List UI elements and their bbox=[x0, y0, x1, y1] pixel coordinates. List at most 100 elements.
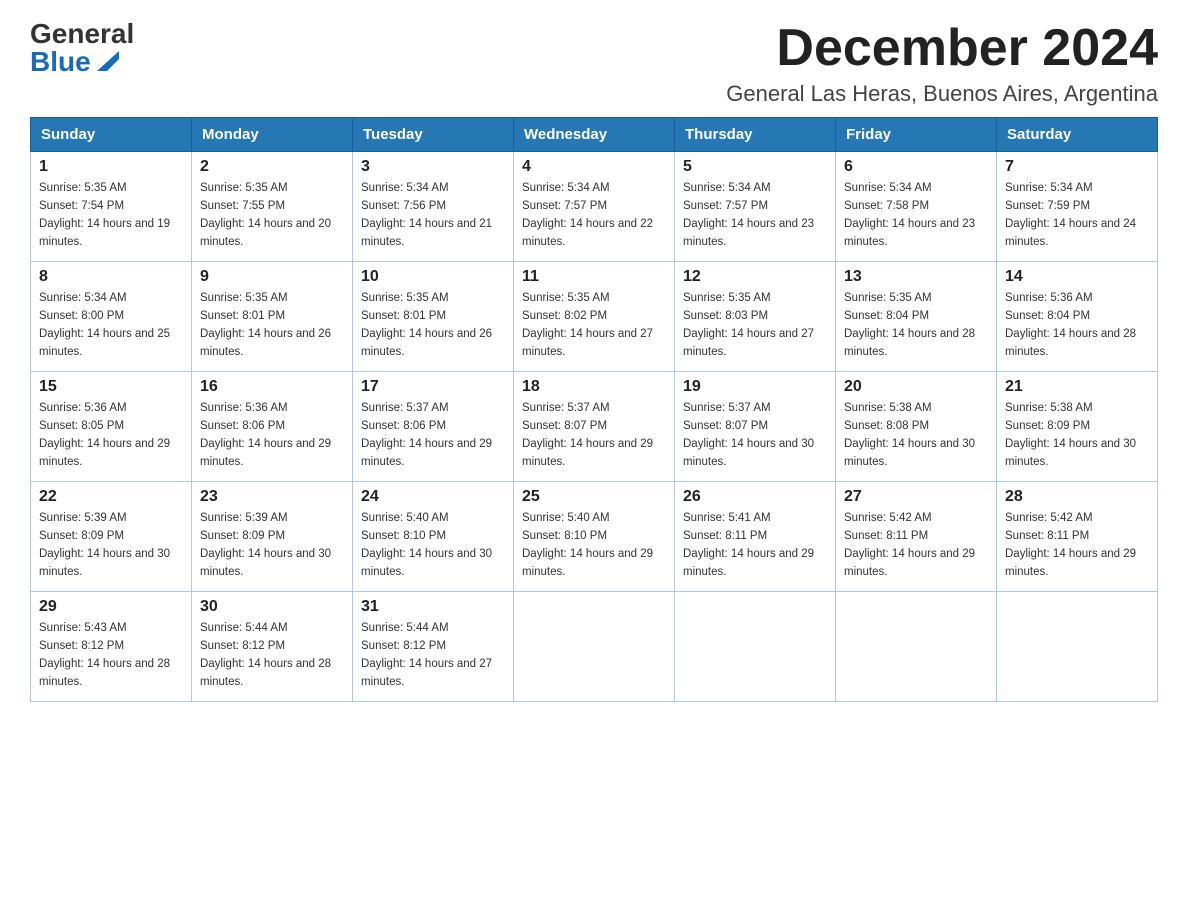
day-info: Sunrise: 5:34 AMSunset: 7:57 PMDaylight:… bbox=[522, 180, 666, 251]
day-number: 31 bbox=[361, 598, 505, 616]
weekday-header-friday: Friday bbox=[836, 118, 997, 152]
day-info: Sunrise: 5:37 AMSunset: 8:07 PMDaylight:… bbox=[522, 400, 666, 471]
day-info: Sunrise: 5:37 AMSunset: 8:06 PMDaylight:… bbox=[361, 400, 505, 471]
day-number: 26 bbox=[683, 488, 827, 506]
calendar-cell: 4 Sunrise: 5:34 AMSunset: 7:57 PMDayligh… bbox=[514, 152, 675, 262]
calendar-cell: 11 Sunrise: 5:35 AMSunset: 8:02 PMDaylig… bbox=[514, 262, 675, 372]
calendar-cell: 31 Sunrise: 5:44 AMSunset: 8:12 PMDaylig… bbox=[353, 592, 514, 702]
day-info: Sunrise: 5:38 AMSunset: 8:08 PMDaylight:… bbox=[844, 400, 988, 471]
calendar-cell: 14 Sunrise: 5:36 AMSunset: 8:04 PMDaylig… bbox=[997, 262, 1158, 372]
day-info: Sunrise: 5:44 AMSunset: 8:12 PMDaylight:… bbox=[361, 620, 505, 691]
day-number: 5 bbox=[683, 158, 827, 176]
weekday-header-tuesday: Tuesday bbox=[353, 118, 514, 152]
calendar-cell: 30 Sunrise: 5:44 AMSunset: 8:12 PMDaylig… bbox=[192, 592, 353, 702]
calendar-cell: 9 Sunrise: 5:35 AMSunset: 8:01 PMDayligh… bbox=[192, 262, 353, 372]
calendar-cell: 21 Sunrise: 5:38 AMSunset: 8:09 PMDaylig… bbox=[997, 372, 1158, 482]
day-info: Sunrise: 5:35 AMSunset: 8:03 PMDaylight:… bbox=[683, 290, 827, 361]
day-info: Sunrise: 5:35 AMSunset: 8:02 PMDaylight:… bbox=[522, 290, 666, 361]
day-number: 11 bbox=[522, 268, 666, 286]
calendar-cell: 24 Sunrise: 5:40 AMSunset: 8:10 PMDaylig… bbox=[353, 482, 514, 592]
week-row-4: 22 Sunrise: 5:39 AMSunset: 8:09 PMDaylig… bbox=[31, 482, 1158, 592]
day-number: 2 bbox=[200, 158, 344, 176]
calendar-cell: 27 Sunrise: 5:42 AMSunset: 8:11 PMDaylig… bbox=[836, 482, 997, 592]
calendar-table: SundayMondayTuesdayWednesdayThursdayFrid… bbox=[30, 117, 1158, 702]
day-number: 6 bbox=[844, 158, 988, 176]
day-info: Sunrise: 5:35 AMSunset: 8:01 PMDaylight:… bbox=[200, 290, 344, 361]
week-row-3: 15 Sunrise: 5:36 AMSunset: 8:05 PMDaylig… bbox=[31, 372, 1158, 482]
calendar-cell: 13 Sunrise: 5:35 AMSunset: 8:04 PMDaylig… bbox=[836, 262, 997, 372]
day-info: Sunrise: 5:35 AMSunset: 8:04 PMDaylight:… bbox=[844, 290, 988, 361]
weekday-header-saturday: Saturday bbox=[997, 118, 1158, 152]
day-info: Sunrise: 5:35 AMSunset: 8:01 PMDaylight:… bbox=[361, 290, 505, 361]
calendar-cell bbox=[997, 592, 1158, 702]
calendar-cell: 20 Sunrise: 5:38 AMSunset: 8:08 PMDaylig… bbox=[836, 372, 997, 482]
calendar-cell: 23 Sunrise: 5:39 AMSunset: 8:09 PMDaylig… bbox=[192, 482, 353, 592]
day-number: 20 bbox=[844, 378, 988, 396]
day-info: Sunrise: 5:34 AMSunset: 8:00 PMDaylight:… bbox=[39, 290, 183, 361]
calendar-cell bbox=[836, 592, 997, 702]
calendar-cell bbox=[675, 592, 836, 702]
day-number: 13 bbox=[844, 268, 988, 286]
calendar-cell: 16 Sunrise: 5:36 AMSunset: 8:06 PMDaylig… bbox=[192, 372, 353, 482]
calendar-cell: 3 Sunrise: 5:34 AMSunset: 7:56 PMDayligh… bbox=[353, 152, 514, 262]
day-number: 7 bbox=[1005, 158, 1149, 176]
day-info: Sunrise: 5:34 AMSunset: 7:59 PMDaylight:… bbox=[1005, 180, 1149, 251]
day-info: Sunrise: 5:42 AMSunset: 8:11 PMDaylight:… bbox=[844, 510, 988, 581]
day-info: Sunrise: 5:36 AMSunset: 8:06 PMDaylight:… bbox=[200, 400, 344, 471]
calendar-cell: 29 Sunrise: 5:43 AMSunset: 8:12 PMDaylig… bbox=[31, 592, 192, 702]
page-header: General Blue December 2024 General Las H… bbox=[30, 20, 1158, 107]
title-section: December 2024 General Las Heras, Buenos … bbox=[726, 20, 1158, 107]
day-info: Sunrise: 5:39 AMSunset: 8:09 PMDaylight:… bbox=[200, 510, 344, 581]
calendar-cell: 25 Sunrise: 5:40 AMSunset: 8:10 PMDaylig… bbox=[514, 482, 675, 592]
day-number: 23 bbox=[200, 488, 344, 506]
logo: General Blue bbox=[30, 20, 134, 76]
day-number: 28 bbox=[1005, 488, 1149, 506]
calendar-cell: 8 Sunrise: 5:34 AMSunset: 8:00 PMDayligh… bbox=[31, 262, 192, 372]
day-info: Sunrise: 5:35 AMSunset: 7:54 PMDaylight:… bbox=[39, 180, 183, 251]
day-info: Sunrise: 5:36 AMSunset: 8:04 PMDaylight:… bbox=[1005, 290, 1149, 361]
day-info: Sunrise: 5:40 AMSunset: 8:10 PMDaylight:… bbox=[361, 510, 505, 581]
day-number: 29 bbox=[39, 598, 183, 616]
calendar-cell: 10 Sunrise: 5:35 AMSunset: 8:01 PMDaylig… bbox=[353, 262, 514, 372]
day-info: Sunrise: 5:38 AMSunset: 8:09 PMDaylight:… bbox=[1005, 400, 1149, 471]
day-info: Sunrise: 5:42 AMSunset: 8:11 PMDaylight:… bbox=[1005, 510, 1149, 581]
day-number: 16 bbox=[200, 378, 344, 396]
week-row-2: 8 Sunrise: 5:34 AMSunset: 8:00 PMDayligh… bbox=[31, 262, 1158, 372]
day-info: Sunrise: 5:39 AMSunset: 8:09 PMDaylight:… bbox=[39, 510, 183, 581]
calendar-cell: 26 Sunrise: 5:41 AMSunset: 8:11 PMDaylig… bbox=[675, 482, 836, 592]
weekday-header-sunday: Sunday bbox=[31, 118, 192, 152]
day-number: 30 bbox=[200, 598, 344, 616]
calendar-cell: 2 Sunrise: 5:35 AMSunset: 7:55 PMDayligh… bbox=[192, 152, 353, 262]
day-number: 9 bbox=[200, 268, 344, 286]
calendar-cell: 1 Sunrise: 5:35 AMSunset: 7:54 PMDayligh… bbox=[31, 152, 192, 262]
day-info: Sunrise: 5:37 AMSunset: 8:07 PMDaylight:… bbox=[683, 400, 827, 471]
day-info: Sunrise: 5:34 AMSunset: 7:56 PMDaylight:… bbox=[361, 180, 505, 251]
calendar-cell: 17 Sunrise: 5:37 AMSunset: 8:06 PMDaylig… bbox=[353, 372, 514, 482]
calendar-cell: 5 Sunrise: 5:34 AMSunset: 7:57 PMDayligh… bbox=[675, 152, 836, 262]
day-number: 21 bbox=[1005, 378, 1149, 396]
day-number: 12 bbox=[683, 268, 827, 286]
weekday-header-monday: Monday bbox=[192, 118, 353, 152]
weekday-header-thursday: Thursday bbox=[675, 118, 836, 152]
day-number: 19 bbox=[683, 378, 827, 396]
day-number: 24 bbox=[361, 488, 505, 506]
logo-blue-text: Blue bbox=[30, 48, 119, 76]
day-info: Sunrise: 5:36 AMSunset: 8:05 PMDaylight:… bbox=[39, 400, 183, 471]
calendar-cell: 7 Sunrise: 5:34 AMSunset: 7:59 PMDayligh… bbox=[997, 152, 1158, 262]
week-row-1: 1 Sunrise: 5:35 AMSunset: 7:54 PMDayligh… bbox=[31, 152, 1158, 262]
day-info: Sunrise: 5:34 AMSunset: 7:58 PMDaylight:… bbox=[844, 180, 988, 251]
day-number: 17 bbox=[361, 378, 505, 396]
calendar-cell: 6 Sunrise: 5:34 AMSunset: 7:58 PMDayligh… bbox=[836, 152, 997, 262]
day-info: Sunrise: 5:40 AMSunset: 8:10 PMDaylight:… bbox=[522, 510, 666, 581]
logo-general-text: General bbox=[30, 20, 134, 48]
day-info: Sunrise: 5:41 AMSunset: 8:11 PMDaylight:… bbox=[683, 510, 827, 581]
logo-triangle-icon bbox=[97, 51, 119, 71]
day-number: 14 bbox=[1005, 268, 1149, 286]
weekday-header-row: SundayMondayTuesdayWednesdayThursdayFrid… bbox=[31, 118, 1158, 152]
day-info: Sunrise: 5:34 AMSunset: 7:57 PMDaylight:… bbox=[683, 180, 827, 251]
day-number: 4 bbox=[522, 158, 666, 176]
day-number: 27 bbox=[844, 488, 988, 506]
calendar-cell: 18 Sunrise: 5:37 AMSunset: 8:07 PMDaylig… bbox=[514, 372, 675, 482]
day-number: 10 bbox=[361, 268, 505, 286]
day-number: 25 bbox=[522, 488, 666, 506]
